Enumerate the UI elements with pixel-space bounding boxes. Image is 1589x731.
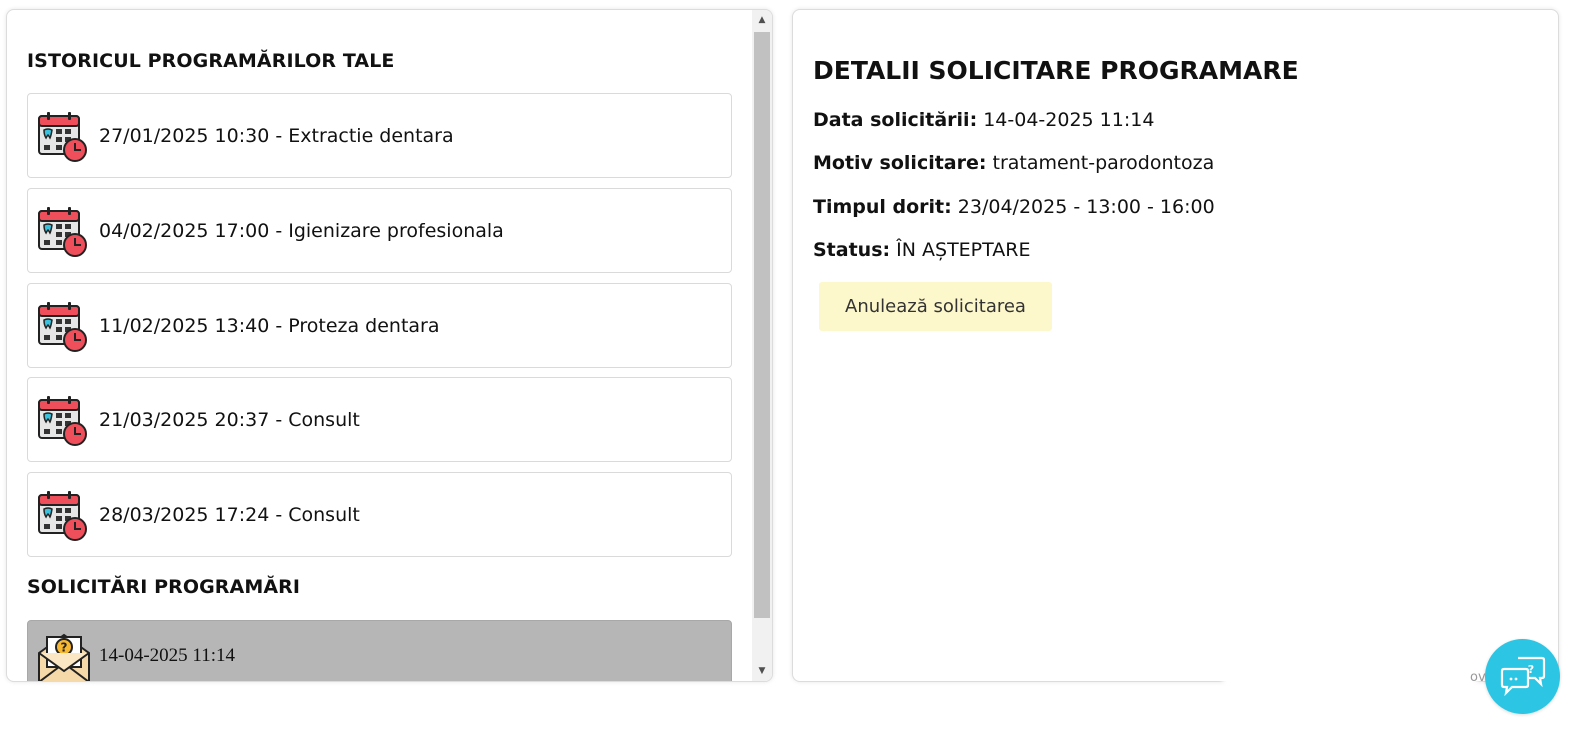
detail-status: Status: ÎN AȘTEPTARE bbox=[813, 239, 1030, 261]
dental-calendar-icon bbox=[37, 489, 89, 541]
history-item[interactable]: 04/02/2025 17:00 - Igienizare profesiona… bbox=[27, 188, 732, 273]
history-item[interactable]: 27/01/2025 10:30 - Extractie dentara bbox=[27, 93, 732, 178]
detail-label: Timpul dorit: bbox=[813, 196, 952, 218]
detail-value: 14-04-2025 11:14 bbox=[983, 109, 1155, 131]
request-item-selected[interactable]: 14-04-2025 11:14 bbox=[27, 620, 732, 682]
history-item[interactable]: 11/02/2025 13:40 - Proteza dentara bbox=[27, 283, 732, 368]
history-item-label: 11/02/2025 13:40 - Proteza dentara bbox=[99, 314, 440, 337]
detail-label: Status: bbox=[813, 239, 891, 261]
request-item-label: 14-04-2025 11:14 bbox=[99, 645, 235, 666]
dental-calendar-icon bbox=[37, 300, 89, 352]
detail-label: Data solicitării: bbox=[813, 109, 978, 131]
history-item-label: 27/01/2025 10:30 - Extractie dentara bbox=[99, 124, 454, 147]
dental-calendar-icon bbox=[37, 110, 89, 162]
detail-label: Motiv solicitare: bbox=[813, 152, 987, 174]
request-details-panel: DETALII SOLICITARE PROGRAMARE Data solic… bbox=[792, 9, 1559, 682]
detail-value: 23/04/2025 - 13:00 - 16:00 bbox=[957, 196, 1215, 218]
chat-help-icon: ? bbox=[1500, 656, 1545, 696]
scroll-down-arrow-icon[interactable]: ▼ bbox=[752, 661, 772, 681]
appointments-panel: ISTORICUL PROGRAMĂRILOR TALE 27/01/2025 … bbox=[6, 9, 773, 682]
footer-overlay bbox=[1220, 640, 1480, 692]
detail-request-reason: Motiv solicitare: tratament-parodontoza bbox=[813, 152, 1214, 174]
chat-help-button[interactable]: ? bbox=[1485, 639, 1560, 714]
history-section-title: ISTORICUL PROGRAMĂRILOR TALE bbox=[27, 50, 395, 72]
history-item-label: 04/02/2025 17:00 - Igienizare profesiona… bbox=[99, 219, 504, 242]
envelope-question-icon bbox=[37, 629, 91, 682]
scroll-up-arrow-icon[interactable]: ▲ bbox=[752, 10, 772, 30]
requests-section-title: SOLICITĂRI PROGRAMĂRI bbox=[27, 576, 301, 598]
detail-request-date: Data solicitării: 14-04-2025 11:14 bbox=[813, 109, 1154, 131]
history-item[interactable]: 21/03/2025 20:37 - Consult bbox=[27, 377, 732, 462]
cancel-request-button[interactable]: Anulează solicitarea bbox=[819, 282, 1052, 331]
history-item-label: 21/03/2025 20:37 - Consult bbox=[99, 408, 360, 431]
details-title: DETALII SOLICITARE PROGRAMARE bbox=[813, 56, 1299, 85]
history-item-label: 28/03/2025 17:24 - Consult bbox=[99, 503, 360, 526]
status-value: ÎN AȘTEPTARE bbox=[896, 239, 1031, 261]
dental-calendar-icon bbox=[37, 394, 89, 446]
vertical-scrollbar[interactable]: ▲ ▼ bbox=[752, 10, 772, 681]
scrollbar-thumb[interactable] bbox=[754, 32, 770, 618]
dental-calendar-icon bbox=[37, 205, 89, 257]
detail-value: tratament-parodontoza bbox=[992, 152, 1215, 174]
svg-text:?: ? bbox=[1527, 663, 1533, 676]
history-item[interactable]: 28/03/2025 17:24 - Consult bbox=[27, 472, 732, 557]
appointments-scroll-area: ISTORICUL PROGRAMĂRILOR TALE 27/01/2025 … bbox=[7, 10, 753, 681]
detail-desired-time: Timpul dorit: 23/04/2025 - 13:00 - 16:00 bbox=[813, 196, 1215, 218]
